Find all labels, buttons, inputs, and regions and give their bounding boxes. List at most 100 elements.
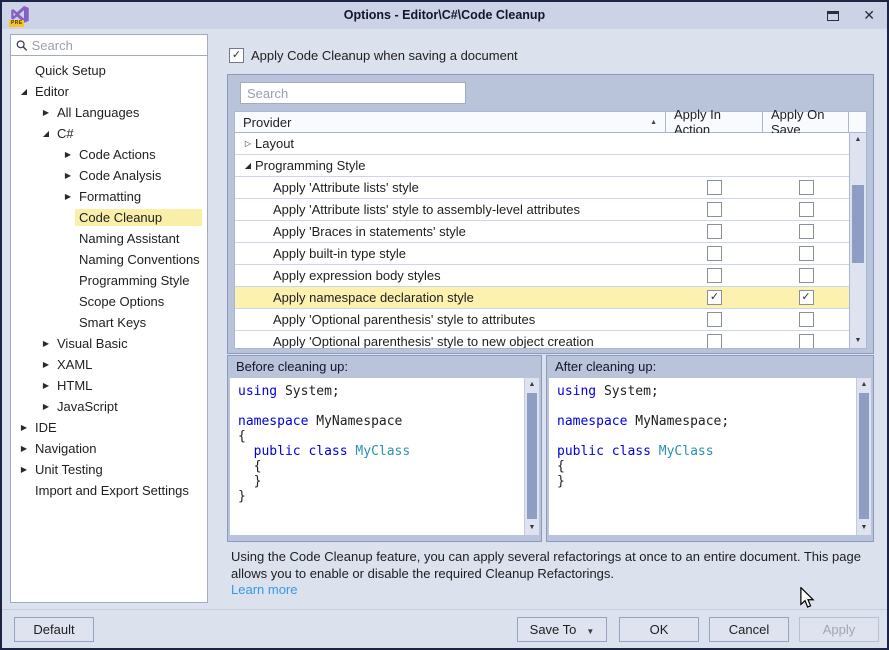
- apply-in-action-checkbox[interactable]: ✓: [707, 290, 722, 305]
- apply-button[interactable]: Apply: [799, 617, 879, 642]
- table-row-apply-optional-parenthesis-style-to-attributes[interactable]: Apply 'Optional parenthesis' style to at…: [235, 309, 849, 331]
- table-row-apply-braces-in-statements-style[interactable]: Apply 'Braces in statements' style: [235, 221, 849, 243]
- sidebar-item-naming-conventions[interactable]: Naming Conventions: [11, 249, 207, 270]
- scrollbar-thumb[interactable]: [852, 185, 864, 263]
- apply-cleanup-checkbox[interactable]: ✓: [229, 48, 244, 63]
- collapsed-icon[interactable]: ▶: [39, 402, 53, 411]
- collapsed-icon[interactable]: ▶: [39, 381, 53, 390]
- apply-in-action-checkbox[interactable]: [707, 246, 722, 261]
- scroll-down-icon[interactable]: ▼: [850, 334, 866, 348]
- apply-on-save-checkbox[interactable]: [799, 312, 814, 327]
- sidebar-item-c[interactable]: ◢C#: [11, 123, 207, 144]
- collapsed-icon[interactable]: ▶: [17, 444, 31, 453]
- maximize-button-icon[interactable]: [827, 11, 839, 21]
- scroll-down-icon[interactable]: ▼: [857, 521, 871, 535]
- collapsed-icon[interactable]: ▶: [61, 150, 75, 159]
- sidebar-item-unit-testing[interactable]: ▶Unit Testing: [11, 459, 207, 480]
- sidebar-item-smart-keys[interactable]: Smart Keys: [11, 312, 207, 333]
- expanded-icon[interactable]: ◢: [39, 129, 53, 138]
- sidebar-item-label: Scope Options: [75, 293, 168, 310]
- table-scrollbar[interactable]: ▲ ▼: [849, 133, 866, 348]
- collapsed-icon[interactable]: ▶: [39, 339, 53, 348]
- sidebar-item-navigation[interactable]: ▶Navigation: [11, 438, 207, 459]
- column-apply-in-action[interactable]: Apply In Action: [666, 112, 763, 132]
- sidebar-item-code-analysis[interactable]: ▶Code Analysis: [11, 165, 207, 186]
- default-button[interactable]: Default: [14, 617, 94, 642]
- collapsed-icon[interactable]: ▶: [61, 192, 75, 201]
- sidebar-item-label: Editor: [31, 83, 73, 100]
- before-code-box: using System;namespace MyNamespace{ publ…: [230, 378, 539, 535]
- sidebar-item-formatting[interactable]: ▶Formatting: [11, 186, 207, 207]
- apply-in-action-checkbox[interactable]: [707, 202, 722, 217]
- table-row-apply-expression-body-styles[interactable]: Apply expression body styles: [235, 265, 849, 287]
- before-scrollbar[interactable]: ▲ ▼: [524, 378, 539, 535]
- apply-in-action-checkbox[interactable]: [707, 268, 722, 283]
- apply-in-action-checkbox[interactable]: [707, 224, 722, 239]
- titlebar: PRE Options - Editor\C#\Code Cleanup ✕: [2, 2, 887, 29]
- collapsed-icon[interactable]: ▶: [39, 360, 53, 369]
- sidebar-item-programming-style[interactable]: Programming Style: [11, 270, 207, 291]
- apply-on-save-checkbox[interactable]: [799, 246, 814, 261]
- apply-cleanup-label: Apply Code Cleanup when saving a documen…: [251, 48, 518, 63]
- apply-in-action-checkbox[interactable]: [707, 334, 722, 348]
- scroll-down-icon[interactable]: ▼: [525, 521, 539, 535]
- scroll-up-icon[interactable]: ▲: [850, 133, 866, 147]
- ok-button[interactable]: OK: [619, 617, 699, 642]
- type-token: MyClass: [659, 444, 714, 459]
- sidebar-item-scope-options[interactable]: Scope Options: [11, 291, 207, 312]
- after-scrollbar[interactable]: ▲ ▼: [856, 378, 871, 535]
- sidebar-item-visual-basic[interactable]: ▶Visual Basic: [11, 333, 207, 354]
- sidebar-item-import-and-export-settings[interactable]: Import and Export Settings: [11, 480, 207, 501]
- collapsed-icon[interactable]: ▶: [17, 465, 31, 474]
- chevron-down-icon: ▼: [586, 627, 594, 636]
- table-row-programming-style[interactable]: ◢Programming Style: [235, 155, 849, 177]
- save-to-button[interactable]: Save To▼: [517, 617, 607, 642]
- collapsed-icon[interactable]: ▶: [61, 171, 75, 180]
- table-row-layout[interactable]: ▷Layout: [235, 133, 849, 155]
- table-row-apply-namespace-declaration-style[interactable]: Apply namespace declaration style✓✓: [235, 287, 849, 309]
- column-provider[interactable]: Provider ▲: [235, 112, 666, 132]
- scrollbar-thumb[interactable]: [859, 393, 869, 519]
- apply-on-save-checkbox[interactable]: [799, 268, 814, 283]
- table-row-apply-attribute-lists-style-to-assembly-level-attributes[interactable]: Apply 'Attribute lists' style to assembl…: [235, 199, 849, 221]
- apply-on-save-checkbox[interactable]: [799, 180, 814, 195]
- apply-on-save-checkbox[interactable]: ✓: [799, 290, 814, 305]
- apply-on-save-checkbox-cell: [763, 246, 849, 261]
- collapsed-icon[interactable]: ▷: [241, 139, 255, 148]
- sidebar-item-ide[interactable]: ▶IDE: [11, 417, 207, 438]
- expanded-icon[interactable]: ◢: [17, 87, 31, 96]
- apply-on-save-checkbox[interactable]: [799, 334, 814, 348]
- scroll-up-icon[interactable]: ▲: [857, 378, 871, 392]
- before-panel: Before cleaning up: using System;namespa…: [227, 355, 542, 542]
- sidebar-item-naming-assistant[interactable]: Naming Assistant: [11, 228, 207, 249]
- sidebar-item-xaml[interactable]: ▶XAML: [11, 354, 207, 375]
- close-button-icon[interactable]: ✕: [863, 2, 875, 29]
- scroll-up-icon[interactable]: ▲: [525, 378, 539, 392]
- sidebar-item-quick-setup[interactable]: Quick Setup: [11, 60, 207, 81]
- expanded-icon[interactable]: ◢: [241, 161, 255, 170]
- apply-on-save-checkbox[interactable]: [799, 224, 814, 239]
- keyword-token: class: [308, 444, 347, 459]
- sidebar-search-input[interactable]: [32, 38, 207, 53]
- sidebar-item-javascript[interactable]: ▶JavaScript: [11, 396, 207, 417]
- sidebar-item-all-languages[interactable]: ▶All Languages: [11, 102, 207, 123]
- table-row-apply-attribute-lists-style[interactable]: Apply 'Attribute lists' style: [235, 177, 849, 199]
- column-apply-on-save[interactable]: Apply On Save: [763, 112, 849, 132]
- learn-more-link[interactable]: Learn more: [231, 582, 297, 597]
- apply-on-save-checkbox[interactable]: [799, 202, 814, 217]
- table-row-apply-optional-parenthesis-style-to-new-object-creation[interactable]: Apply 'Optional parenthesis' style to ne…: [235, 331, 849, 348]
- plain-token: [604, 444, 612, 459]
- after-panel: After cleaning up: using System;namespac…: [546, 355, 874, 542]
- collapsed-icon[interactable]: ▶: [39, 108, 53, 117]
- collapsed-icon[interactable]: ▶: [17, 423, 31, 432]
- provider-search-input[interactable]: [247, 86, 459, 101]
- apply-in-action-checkbox[interactable]: [707, 312, 722, 327]
- table-row-apply-built-in-type-style[interactable]: Apply built-in type style: [235, 243, 849, 265]
- sidebar-item-code-actions[interactable]: ▶Code Actions: [11, 144, 207, 165]
- apply-in-action-checkbox[interactable]: [707, 180, 722, 195]
- cancel-button[interactable]: Cancel: [709, 617, 789, 642]
- scrollbar-thumb[interactable]: [527, 393, 537, 519]
- sidebar-item-editor[interactable]: ◢Editor: [11, 81, 207, 102]
- sidebar-item-html[interactable]: ▶HTML: [11, 375, 207, 396]
- sidebar-item-code-cleanup[interactable]: Code Cleanup: [11, 207, 207, 228]
